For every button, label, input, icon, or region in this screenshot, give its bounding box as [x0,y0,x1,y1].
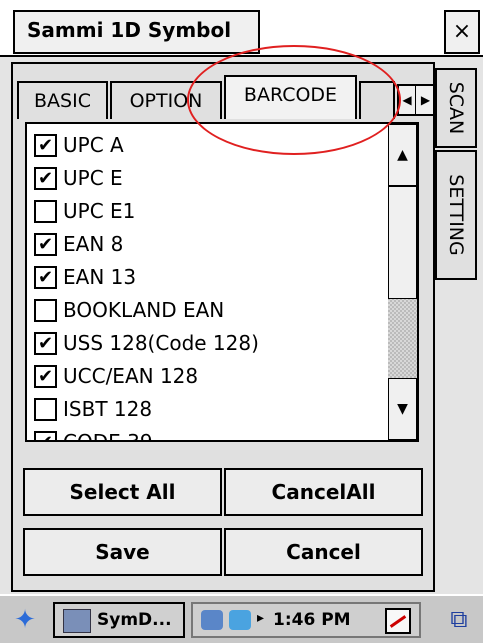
taskbar-app-label: SymD... [97,610,172,630]
label-ean-8: EAN 8 [63,232,124,256]
save-button[interactable]: Save [23,528,222,576]
taskbar: ✦ SymD... ▸ 1:46 PM ⧉ [0,594,483,643]
list-item-upc-e[interactable]: ✔ UPC E [34,163,123,193]
checkbox-code-39[interactable]: ✔ [34,430,57,440]
list-scrollbar[interactable]: ▲ ▼ [388,124,417,440]
side-tab-setting-label: SETTING [445,174,467,256]
tab-option[interactable]: OPTION [110,81,222,119]
tab-scroll-left-icon[interactable]: ◀ [399,86,416,114]
label-isbt-128: ISBT 128 [63,397,153,421]
system-tray: ▸ 1:46 PM [191,602,421,638]
checkbox-ean-8[interactable]: ✔ [34,232,57,256]
tray-expand-icon[interactable]: ▸ [257,610,264,626]
label-ucc-ean-128: UCC/EAN 128 [63,364,199,388]
label-ean-13: EAN 13 [63,265,137,289]
checkbox-bookland-ean[interactable] [34,298,57,322]
label-upc-e1: UPC E1 [63,199,136,223]
checkbox-isbt-128[interactable] [34,397,57,421]
taskbar-app-button[interactable]: SymD... [53,602,185,638]
tab-partial[interactable] [359,81,395,119]
list-item-upc-e1[interactable]: UPC E1 [34,196,135,226]
checkbox-upc-a[interactable]: ✔ [34,133,57,157]
side-tab-scan[interactable]: SCAN [435,68,477,148]
app-icon [63,609,91,633]
cancel-button[interactable]: Cancel [224,528,423,576]
list-item-uss-128[interactable]: ✔ USS 128(Code 128) [34,328,259,358]
list-item-ean-8[interactable]: ✔ EAN 8 [34,229,123,259]
label-uss-128: USS 128(Code 128) [63,331,259,355]
tab-barcode[interactable]: BARCODE [224,75,357,119]
side-tab-setting[interactable]: SETTING [435,150,477,280]
list-item-bookland-ean[interactable]: BOOKLAND EAN [34,295,224,325]
list-item-ean-13[interactable]: ✔ EAN 13 [34,262,136,292]
label-code-39: CODE 39 [63,430,153,442]
list-item-upc-a[interactable]: ✔ UPC A [34,130,124,160]
desktop-icon[interactable]: ⧉ [444,604,474,634]
clock[interactable]: 1:46 PM [273,610,351,630]
list-item-code-39[interactable]: ✔ CODE 39 [34,427,153,442]
tab-scroll-arrows: ◀ ▶ [397,84,435,116]
window-title: Sammi 1D Symbol [13,10,260,54]
select-all-button[interactable]: Select All [23,468,222,516]
close-button[interactable]: × [444,10,480,54]
label-upc-a: UPC A [63,133,124,157]
connection-icon[interactable] [229,610,251,630]
label-bookland-ean: BOOKLAND EAN [63,298,225,322]
tab-scroll-right-icon[interactable]: ▶ [417,86,434,114]
label-upc-e: UPC E [63,166,123,190]
list-item-ucc-ean-128[interactable]: ✔ UCC/EAN 128 [34,361,198,391]
checkbox-uss-128[interactable]: ✔ [34,331,57,355]
side-tab-scan-label: SCAN [445,81,467,135]
checkbox-upc-e[interactable]: ✔ [34,166,57,190]
scroll-thumb[interactable] [388,186,417,299]
barcode-list: ✔ UPC A ✔ UPC E UPC E1 ✔ EAN 8 ✔ EAN 13 BOOK… [25,122,419,442]
checkbox-ucc-ean-128[interactable]: ✔ [34,364,57,388]
scroll-up-icon[interactable]: ▲ [388,124,417,186]
checkbox-ean-13[interactable]: ✔ [34,265,57,289]
tab-basic[interactable]: BASIC [17,81,108,119]
input-panel-icon[interactable] [385,608,411,634]
cancel-all-button[interactable]: CancelAll [224,468,423,516]
list-item-isbt-128[interactable]: ISBT 128 [34,394,152,424]
checkbox-upc-e1[interactable] [34,199,57,223]
scroll-down-icon[interactable]: ▼ [388,378,417,440]
start-icon[interactable]: ✦ [8,603,42,637]
network-icon[interactable] [201,610,223,630]
